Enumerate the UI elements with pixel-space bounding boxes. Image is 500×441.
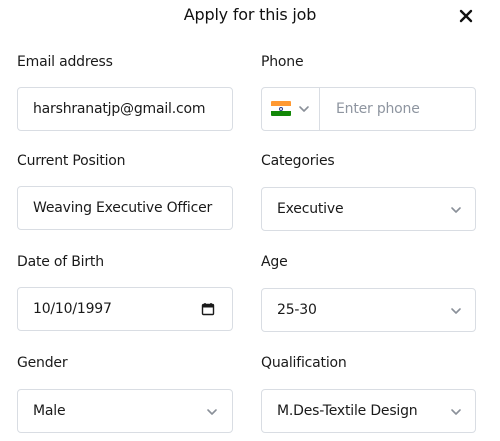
age-select[interactable]: 25-30 — [261, 288, 476, 332]
gender-label: Gender — [17, 355, 68, 371]
close-icon[interactable] — [456, 6, 476, 26]
gender-select[interactable]: Male — [17, 389, 233, 433]
chevron-down-icon — [207, 409, 217, 415]
chevron-down-icon — [451, 207, 461, 213]
calendar-icon[interactable] — [201, 302, 215, 316]
dialog-header: Apply for this job — [0, 0, 500, 32]
current-position-field[interactable]: Weaving Executive Officer — [17, 186, 233, 230]
chevron-down-icon — [451, 308, 461, 314]
categories-label: Categories — [261, 153, 335, 169]
date-of-birth-field[interactable]: 10/10/1997 — [17, 287, 233, 331]
qualification-selected: M.Des-Textile Design — [277, 403, 418, 419]
categories-select[interactable]: Executive — [261, 187, 476, 231]
current-position-label: Current Position — [17, 153, 126, 169]
phone-label: Phone — [261, 54, 304, 70]
qualification-label: Qualification — [261, 355, 347, 371]
qualification-select[interactable]: M.Des-Textile Design — [261, 389, 476, 433]
chevron-down-icon — [451, 409, 461, 415]
country-selector[interactable] — [262, 88, 320, 130]
current-position-value: Weaving Executive Officer — [33, 200, 213, 216]
date-of-birth-value: 10/10/1997 — [33, 301, 112, 317]
email-value: harshranatjp@gmail.com — [33, 101, 206, 117]
dialog-title: Apply for this job — [183, 5, 317, 24]
age-selected: 25-30 — [277, 302, 317, 318]
phone-field[interactable]: Enter phone — [261, 87, 476, 131]
age-label: Age — [261, 254, 288, 270]
email-field[interactable]: harshranatjp@gmail.com — [17, 87, 233, 131]
date-of-birth-label: Date of Birth — [17, 254, 104, 270]
india-flag-icon — [271, 101, 291, 116]
chevron-down-icon — [299, 106, 309, 112]
gender-selected: Male — [33, 403, 66, 419]
categories-selected: Executive — [277, 201, 344, 217]
phone-placeholder: Enter phone — [336, 101, 420, 117]
email-label: Email address — [17, 54, 113, 70]
